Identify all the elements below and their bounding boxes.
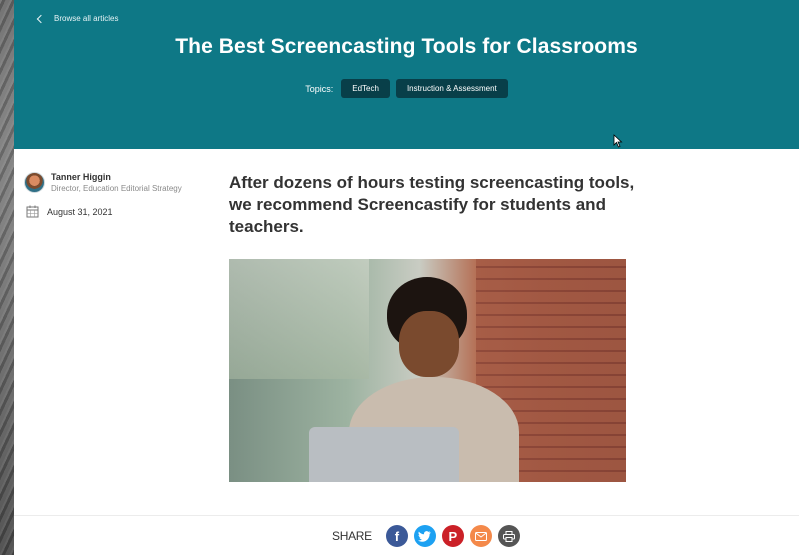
article-page: Browse all articles The Best Screencasti… bbox=[14, 0, 799, 555]
topic-edtech[interactable]: EdTech bbox=[341, 79, 390, 98]
chevron-left-icon bbox=[36, 14, 46, 23]
pinterest-icon[interactable]: P bbox=[441, 525, 464, 547]
publish-date: August 31, 2021 bbox=[26, 205, 113, 218]
breadcrumb-label: Browse all articles bbox=[54, 14, 119, 23]
topics-label: Topics: bbox=[305, 83, 334, 94]
email-icon[interactable] bbox=[469, 525, 492, 547]
article-header: Browse all articles The Best Screencasti… bbox=[14, 0, 799, 149]
mouse-cursor-icon bbox=[613, 134, 623, 148]
photo-background-shelf bbox=[229, 259, 369, 379]
author-role: Director, Education Editorial Strategy bbox=[51, 184, 182, 193]
author-block: Tanner Higgin Director, Education Editor… bbox=[24, 172, 182, 193]
print-icon[interactable] bbox=[497, 525, 520, 547]
topic-instruction-assessment[interactable]: Instruction & Assessment bbox=[395, 79, 508, 98]
article-lede: After dozens of hours testing screencast… bbox=[229, 173, 635, 236]
date-text: August 31, 2021 bbox=[47, 206, 113, 217]
author-name[interactable]: Tanner Higgin bbox=[51, 172, 182, 182]
share-label: SHARE bbox=[332, 529, 372, 543]
article-hero-image bbox=[229, 259, 626, 482]
share-row: SHARE f P bbox=[332, 525, 520, 547]
photo-person-face bbox=[399, 311, 459, 377]
browse-all-link[interactable]: Browse all articles bbox=[36, 14, 119, 23]
photo-laptop bbox=[309, 427, 459, 482]
share-bar: SHARE f P bbox=[14, 515, 799, 555]
facebook-icon[interactable]: f bbox=[385, 525, 408, 547]
calendar-icon bbox=[26, 205, 39, 218]
avatar[interactable] bbox=[24, 172, 45, 193]
topics-row: Topics: EdTech Instruction & Assessment bbox=[14, 79, 799, 98]
twitter-icon[interactable] bbox=[413, 525, 436, 547]
page-title: The Best Screencasting Tools for Classro… bbox=[175, 35, 638, 58]
